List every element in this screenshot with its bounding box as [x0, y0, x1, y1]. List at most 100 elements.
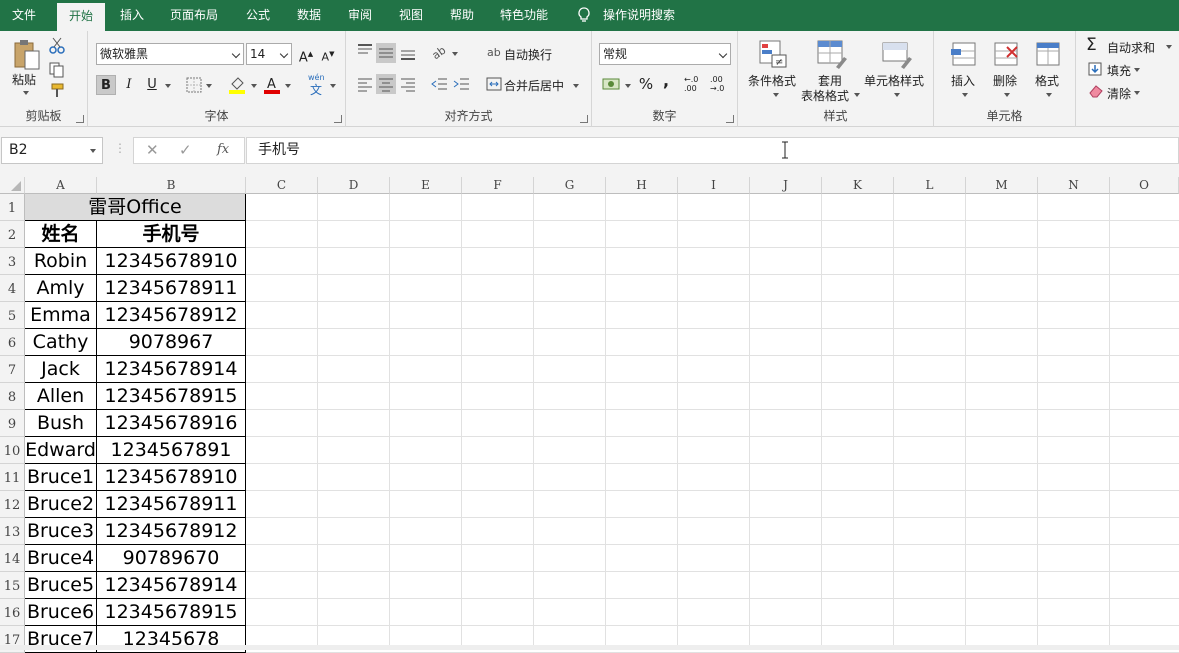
align-top-icon[interactable] — [356, 43, 374, 59]
format-cells-button[interactable]: 格式 — [1035, 72, 1059, 89]
border-dropdown-icon[interactable] — [206, 84, 212, 88]
row-header-16[interactable]: 16 — [0, 599, 25, 626]
fill-dropdown-icon[interactable] — [1134, 68, 1140, 72]
align-middle-icon[interactable] — [376, 43, 396, 63]
accounting-format-icon[interactable] — [602, 76, 622, 92]
header-phone-cell[interactable]: 手机号 — [97, 221, 246, 248]
column-header-g[interactable]: G — [534, 177, 606, 194]
select-all-corner[interactable] — [0, 177, 25, 194]
wrap-text-button[interactable]: 自动换行 — [504, 46, 552, 63]
insert-function-icon[interactable]: fx — [217, 142, 229, 157]
column-header-a[interactable]: A — [25, 177, 97, 194]
autosum-dropdown-icon[interactable] — [1166, 45, 1172, 49]
decrease-indent-icon[interactable] — [430, 76, 448, 92]
name-cell[interactable]: Amly — [25, 275, 97, 302]
phone-cell[interactable]: 12345678915 — [97, 599, 246, 626]
paste-dropdown-icon[interactable] — [23, 91, 29, 95]
merge-center-icon[interactable] — [486, 76, 502, 92]
merge-dropdown-icon[interactable] — [573, 84, 579, 88]
orientation-icon[interactable]: ab — [430, 43, 450, 61]
cancel-formula-icon[interactable]: ✕ — [146, 141, 159, 159]
clear-button[interactable]: 清除 — [1107, 85, 1131, 102]
name-cell[interactable]: Bruce1 — [25, 464, 97, 491]
row-header-15[interactable]: 15 — [0, 572, 25, 599]
accounting-dropdown-icon[interactable] — [625, 84, 631, 88]
name-cell[interactable]: Bruce3 — [25, 518, 97, 545]
horizontal-scrollbar[interactable] — [0, 645, 1179, 650]
phone-cell[interactable]: 12345678914 — [97, 356, 246, 383]
name-cell[interactable]: Bruce2 — [25, 491, 97, 518]
increase-decimal-icon[interactable]: ←.0.00 — [684, 75, 698, 93]
italic-button[interactable]: I — [119, 75, 139, 95]
title-cell[interactable]: 雷哥Office — [25, 194, 246, 221]
increase-indent-icon[interactable] — [452, 76, 470, 92]
phonetic-dropdown-icon[interactable] — [330, 84, 336, 88]
row-header-8[interactable]: 8 — [0, 383, 25, 410]
row-header-1[interactable]: 1 — [0, 194, 25, 221]
delete-cells-icon[interactable] — [991, 39, 1021, 69]
wrap-text-icon[interactable]: ab — [486, 43, 502, 61]
tab-data[interactable]: 数据 — [297, 0, 321, 31]
decrease-font-icon[interactable]: A▼ — [318, 44, 338, 64]
name-cell[interactable]: Robin — [25, 248, 97, 275]
tab-file[interactable]: 文件 — [12, 0, 36, 31]
insert-cells-icon[interactable] — [949, 39, 979, 69]
clipboard-launcher-icon[interactable] — [76, 115, 84, 123]
column-header-o[interactable]: O — [1110, 177, 1179, 194]
row-header-5[interactable]: 5 — [0, 302, 25, 329]
column-header-d[interactable]: D — [318, 177, 390, 194]
paste-icon[interactable] — [12, 39, 42, 71]
phone-cell[interactable]: 9078967 — [97, 329, 246, 356]
row-header-7[interactable]: 7 — [0, 356, 25, 383]
underline-dropdown-icon[interactable] — [165, 84, 171, 88]
phone-cell[interactable]: 12345678915 — [97, 383, 246, 410]
name-cell[interactable]: Jack — [25, 356, 97, 383]
tab-formulas[interactable]: 公式 — [246, 0, 270, 31]
paste-label[interactable]: 粘贴 — [12, 71, 36, 88]
column-header-c[interactable]: C — [246, 177, 318, 194]
name-box[interactable]: B2 — [1, 137, 103, 164]
align-left-icon[interactable] — [356, 76, 374, 92]
eraser-icon[interactable] — [1088, 84, 1104, 98]
underline-button[interactable]: U — [142, 75, 162, 95]
column-header-f[interactable]: F — [462, 177, 534, 194]
name-cell[interactable]: Edward — [25, 437, 97, 464]
cell-styles-icon[interactable] — [881, 39, 913, 69]
tab-page-layout[interactable]: 页面布局 — [170, 0, 218, 31]
name-cell[interactable]: Allen — [25, 383, 97, 410]
phone-cell[interactable]: 12345678911 — [97, 491, 246, 518]
phone-cell[interactable]: 12345678911 — [97, 275, 246, 302]
increase-font-icon[interactable]: A▲ — [296, 44, 316, 65]
bold-button[interactable]: B — [96, 75, 116, 95]
tab-home[interactable]: 开始 — [57, 3, 106, 31]
column-header-h[interactable]: H — [606, 177, 678, 194]
percent-style-button[interactable]: % — [636, 74, 656, 94]
phone-cell[interactable]: 12345678916 — [97, 410, 246, 437]
enter-formula-icon[interactable]: ✓ — [179, 141, 192, 159]
column-header-i[interactable]: I — [678, 177, 750, 194]
format-as-table-label-2[interactable]: 表格格式 — [801, 87, 849, 104]
column-header-m[interactable]: M — [966, 177, 1038, 194]
column-header-e[interactable]: E — [390, 177, 462, 194]
row-header-4[interactable]: 4 — [0, 275, 25, 302]
column-header-k[interactable]: K — [822, 177, 894, 194]
conditional-format-icon[interactable]: ≠ — [758, 39, 788, 69]
font-color-icon[interactable]: A — [263, 75, 281, 95]
fill-icon[interactable] — [1088, 62, 1102, 76]
fill-color-dropdown-icon[interactable] — [251, 84, 257, 88]
clear-dropdown-icon[interactable] — [1134, 91, 1140, 95]
row-header-11[interactable]: 11 — [0, 464, 25, 491]
phone-cell[interactable]: 12345678910 — [97, 248, 246, 275]
format-cells-dropdown-icon[interactable] — [1046, 93, 1052, 97]
conditional-format-button[interactable]: 条件格式 — [748, 72, 796, 89]
format-cells-icon[interactable] — [1033, 39, 1063, 69]
worksheet-grid[interactable]: ABCDEFGHIJKLMNO 1 2 3 4 5 6 7 8 9 10 11 12 13 14 15 16 1… — [0, 177, 1179, 653]
font-name-select[interactable]: 微软雅黑 — [96, 43, 244, 65]
row-header-14[interactable]: 14 — [0, 545, 25, 572]
name-cell[interactable]: Cathy — [25, 329, 97, 356]
font-launcher-icon[interactable] — [334, 115, 342, 123]
insert-cells-button[interactable]: 插入 — [951, 72, 975, 89]
cell-styles-dropdown-icon[interactable] — [894, 93, 900, 97]
phone-cell[interactable]: 90789670 — [97, 545, 246, 572]
row-header-10[interactable]: 10 — [0, 437, 25, 464]
